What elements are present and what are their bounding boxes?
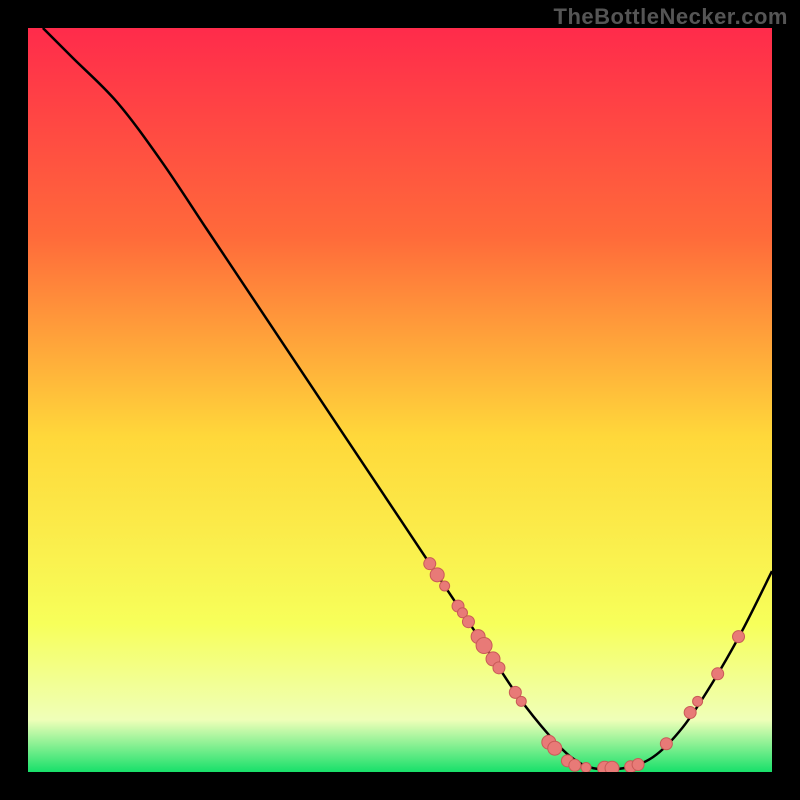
chart-svg <box>28 28 772 772</box>
data-marker <box>493 662 505 674</box>
data-marker <box>462 616 474 628</box>
data-marker <box>712 668 724 680</box>
data-marker <box>424 558 436 570</box>
data-marker <box>660 738 672 750</box>
watermark-text: TheBottleNecker.com <box>554 4 788 30</box>
chart-container: TheBottleNecker.com <box>0 0 800 800</box>
plot-area <box>28 28 772 772</box>
data-marker <box>733 631 745 643</box>
data-marker <box>476 638 492 654</box>
data-marker <box>605 761 619 772</box>
data-marker <box>693 696 703 706</box>
data-marker <box>440 581 450 591</box>
data-marker <box>684 706 696 718</box>
data-marker <box>581 763 591 772</box>
data-marker <box>516 696 526 706</box>
data-marker <box>569 759 581 771</box>
data-marker <box>430 568 444 582</box>
data-marker <box>548 741 562 755</box>
gradient-background <box>28 28 772 772</box>
data-marker <box>632 759 644 771</box>
